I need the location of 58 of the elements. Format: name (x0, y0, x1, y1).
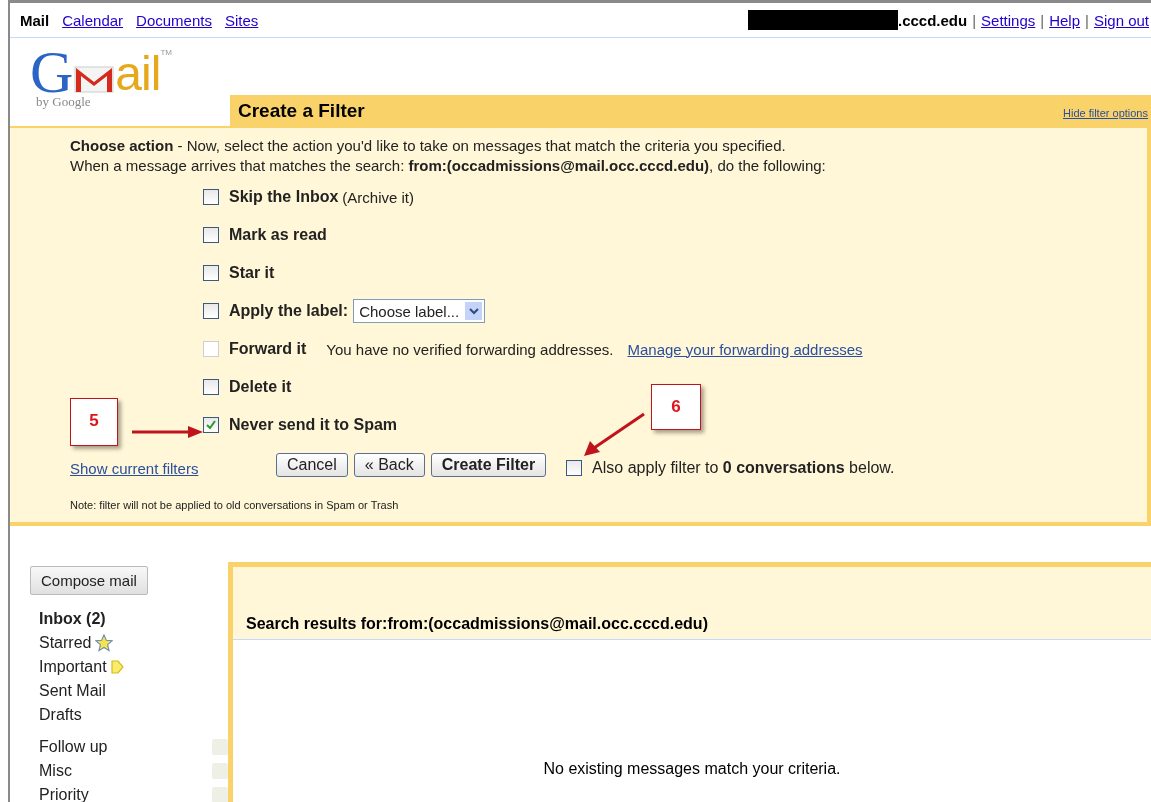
link-separator: | (1040, 11, 1045, 29)
link-separator: | (1085, 11, 1089, 29)
star-icon (95, 634, 114, 652)
action-label: Apply the label: (229, 302, 349, 320)
results-heading: Search results for:from:(occadmissions@mail.occ.cccd.edu) (246, 615, 708, 633)
nav-link[interactable]: Documents (136, 11, 212, 29)
checkbox[interactable] (203, 417, 219, 433)
account-email: .cccd.edu (897, 11, 968, 29)
nav-link[interactable]: Mail (20, 11, 50, 29)
account-link[interactable]: Settings (981, 11, 1036, 29)
filter-button[interactable]: Cancel (276, 453, 348, 477)
account-link[interactable]: Help (1049, 11, 1081, 29)
label-color-icon (212, 763, 228, 779)
action-label: Skip the Inbox (229, 188, 339, 206)
action-label: Star it (229, 264, 275, 282)
instruction-text: When a message arrives that matches the search: from:(occadmissions@mail.occ.cccd.edu), do the following: (70, 156, 827, 176)
account-link[interactable]: Sign out (1093, 11, 1149, 29)
action-note: (Archive it) (342, 188, 415, 206)
checkbox[interactable] (203, 379, 219, 395)
folder-link[interactable]: Drafts (39, 706, 82, 724)
logo-text: ail (115, 50, 161, 98)
instruction-text: Choose action - Now, select the action you'd like to take on messages that match the criteria you specified. (70, 136, 787, 156)
forward-note: You have no verified forwarding addresses. (326, 340, 614, 358)
arrow-icon (130, 424, 205, 440)
step-callout: 6 (651, 384, 701, 430)
empty-message: No existing messages match your criteria. (543, 760, 841, 779)
link-separator: | (972, 11, 977, 29)
folder-link[interactable]: Sent Mail (39, 682, 106, 700)
checkbox[interactable] (203, 227, 219, 243)
importance-marker-icon (110, 660, 124, 674)
folder-link[interactable]: Inbox (2) (39, 610, 106, 628)
action-label: Never send it to Spam (229, 416, 398, 434)
trademark-mark: TM (160, 48, 172, 57)
show-filters-link[interactable]: Show current filters (70, 453, 276, 477)
hide-filter-link[interactable]: Hide filter options (1063, 107, 1151, 126)
label-dropdown[interactable]: Choose label... (353, 299, 486, 323)
label-link[interactable]: Follow up (39, 738, 108, 756)
envelope-icon (74, 64, 115, 94)
action-label: Forward it (229, 340, 307, 358)
apply-label: Also apply filter to 0 conversations below. (592, 459, 895, 477)
action-label: Delete it (229, 378, 292, 396)
filter-button[interactable]: Create Filter (430, 453, 547, 477)
label-color-icon (212, 739, 228, 755)
action-label: Mark as read (229, 226, 327, 244)
step-callout: 5 (70, 398, 118, 446)
label-color-icon (212, 787, 228, 802)
checkbox[interactable] (203, 265, 219, 281)
compose-button[interactable]: Compose mail (30, 566, 148, 595)
checkbox[interactable] (566, 460, 583, 476)
checkbox[interactable] (203, 189, 219, 205)
filter-note: Note: filter will not be applied to old conversations in Spam or Trash (70, 499, 400, 511)
nav-link[interactable]: Calendar (62, 11, 124, 29)
checkbox[interactable] (203, 303, 219, 319)
label-link[interactable]: Misc (39, 762, 72, 780)
folder-link[interactable]: Important (39, 658, 107, 676)
folder-link[interactable]: Starred (39, 634, 92, 652)
nav-link[interactable]: Sites (224, 11, 259, 29)
filter-button[interactable]: « Back (353, 453, 425, 477)
